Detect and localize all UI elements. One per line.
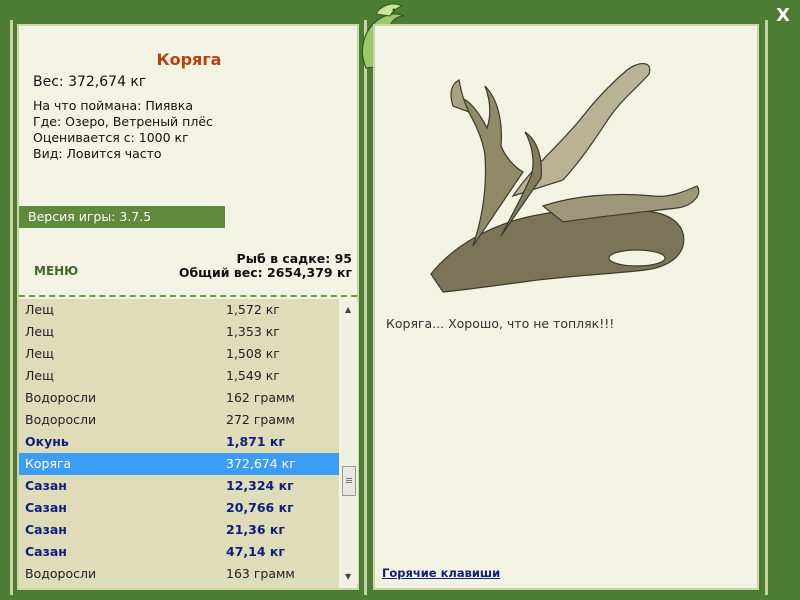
bait-info: На что поймана: Пиявка [33, 98, 193, 113]
valued-info: Оценивается с: 1000 кг [33, 130, 189, 145]
catch-weight: 21,36 кг [226, 522, 285, 537]
location-info: Где: Озеро, Ветреный плёс [33, 114, 213, 129]
fish-description: Коряга... Хорошо, что не топляк!!! [386, 316, 615, 331]
list-item[interactable]: Лещ 1,572 кг [19, 299, 339, 321]
list-item[interactable]: Сазан 21,36 кг [19, 519, 339, 541]
catch-weight: 163 грамм [226, 566, 295, 581]
list-item[interactable]: Коряга 372,674 кг [19, 453, 339, 475]
catch-name: Водоросли [25, 412, 97, 427]
catch-weight: 1,871 кг [226, 434, 285, 449]
catch-weight: 20,766 кг [226, 500, 294, 515]
driftwood-image [430, 63, 700, 293]
scroll-down-icon[interactable]: ▼ [345, 572, 351, 581]
catch-name: Лещ [25, 346, 54, 361]
scroll-up-icon[interactable]: ▲ [345, 305, 351, 314]
catch-name: Окунь [25, 434, 69, 449]
hotkeys-link[interactable]: Горячие клавиши [382, 566, 500, 580]
preview-panel: Коряга... Хорошо, что не топляк!!! Горяч… [373, 24, 759, 590]
list-item[interactable]: Окунь 1,871 кг [19, 431, 339, 453]
catch-weight: 1,549 кг [226, 368, 280, 383]
list-item[interactable]: Сазан 12,324 кг [19, 475, 339, 497]
catch-weight: 1,572 кг [226, 302, 280, 317]
list-item[interactable]: Сазан 47,14 кг [19, 541, 339, 563]
catch-name: Водоросли [25, 566, 97, 581]
catch-weight: 372,674 кг [226, 456, 296, 471]
dashed-divider [19, 295, 357, 297]
scrollbar[interactable]: ▲ ▼ [341, 302, 358, 584]
catch-list[interactable]: Лещ 1,572 кг Лещ 1,353 кг Лещ 1,508 кг Лещ 1,54… [19, 299, 339, 588]
fish-details: На что поймана: Пиявка Где: Озеро, Ветре… [33, 98, 213, 162]
catch-weight: 1,353 кг [226, 324, 280, 339]
catch-weight: 162 грамм [226, 390, 295, 405]
total-weight: Общий вес: 2654,379 кг [178, 265, 352, 280]
catch-info-panel: Коряга Вес: 372,674 кг На что поймана: П… [17, 24, 359, 590]
catch-name: Сазан [25, 478, 67, 493]
game-version: Версия игры: 3.7.5 [19, 206, 225, 228]
fish-count: Рыб в садке: 95 [236, 251, 352, 266]
close-button[interactable]: X [776, 5, 790, 26]
catch-weight: 1,508 кг [226, 346, 280, 361]
keepnet-stats: Рыб в садке: 95 Общий вес: 2654,379 кг [179, 252, 352, 280]
game-window: X Коряга Вес: 372,674 кг На что поймана:… [0, 0, 800, 600]
fish-title: Коряга [156, 50, 222, 69]
catch-weight: 47,14 кг [226, 544, 285, 559]
catch-name: Водоросли [25, 390, 97, 405]
catch-name: Лещ [25, 302, 54, 317]
list-item[interactable]: Лещ 1,549 кг [19, 365, 339, 387]
menu-button[interactable]: МЕНЮ [34, 264, 78, 278]
list-item[interactable]: Лещ 1,508 кг [19, 343, 339, 365]
frequency-info: Вид: Ловится часто [33, 146, 162, 161]
catch-name: Сазан [25, 522, 67, 537]
catch-name: Лещ [25, 368, 54, 383]
list-item[interactable]: Водоросли 163 грамм [19, 563, 339, 585]
catch-name: Лещ [25, 324, 54, 339]
list-item[interactable]: Лещ 1,353 кг [19, 321, 339, 343]
catch-name: Сазан [25, 500, 67, 515]
catch-name: Коряга [25, 456, 72, 471]
list-item[interactable]: Водоросли 272 грамм [19, 409, 339, 431]
catch-weight: 12,324 кг [226, 478, 294, 493]
frame-divider [765, 20, 768, 595]
fish-weight: Вес: 372,674 кг [33, 74, 147, 90]
frame-divider [10, 20, 13, 595]
scroll-thumb[interactable] [342, 466, 356, 496]
catch-name: Сазан [25, 544, 67, 559]
list-item[interactable]: Водоросли 162 грамм [19, 387, 339, 409]
list-item[interactable]: Сазан 20,766 кг [19, 497, 339, 519]
frame-divider [364, 20, 367, 595]
catch-weight: 272 грамм [226, 412, 295, 427]
